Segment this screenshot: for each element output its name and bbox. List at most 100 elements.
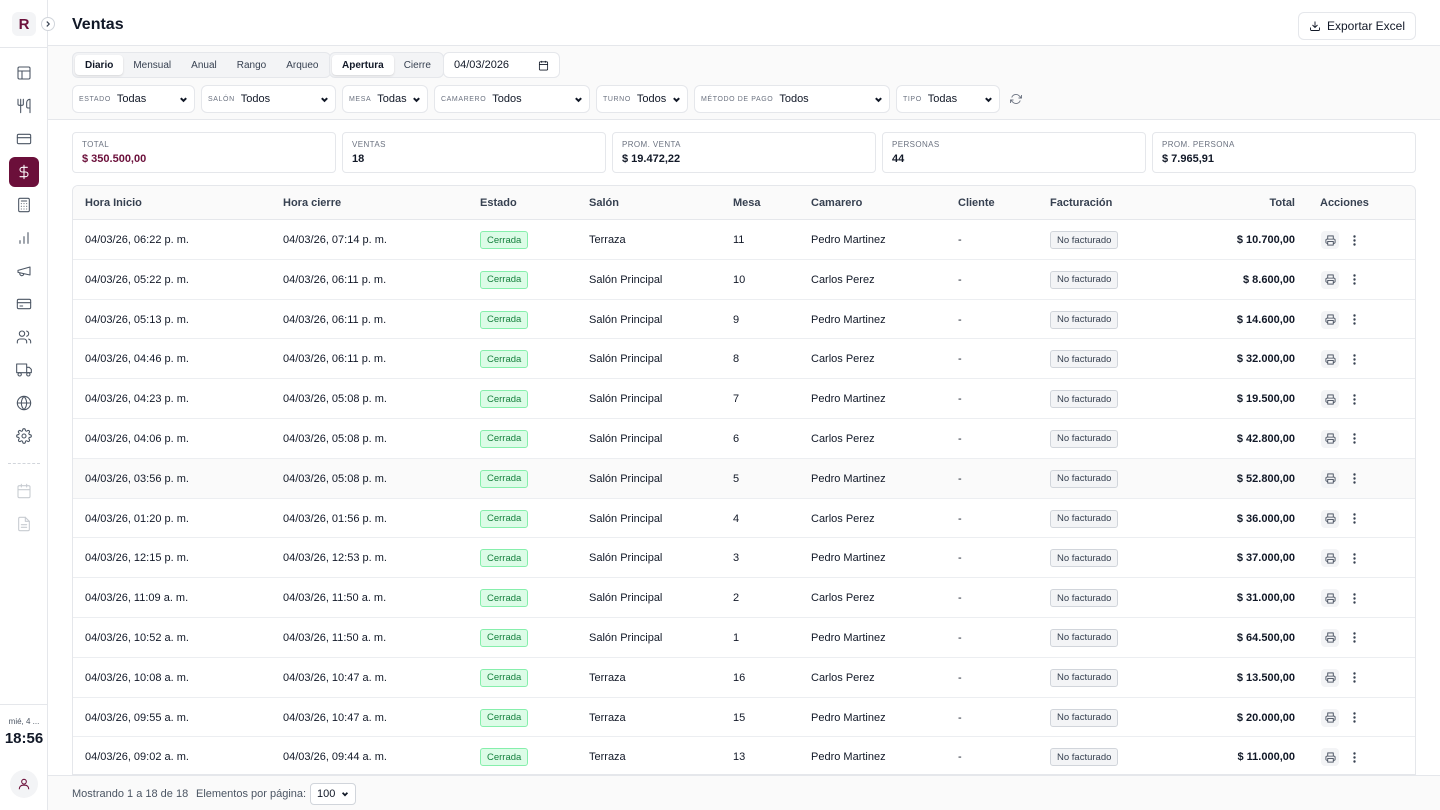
tab-mensual[interactable]: Mensual [123,55,181,75]
printer-icon [1325,314,1335,325]
cell-hora-cierre: 04/03/26, 01:56 p. m. [283,512,387,525]
tab-apertura[interactable]: Apertura [332,55,394,75]
col-total[interactable]: Total [1270,197,1295,209]
print-button[interactable] [1321,589,1339,608]
print-button[interactable] [1321,390,1339,409]
more-actions-button[interactable] [1349,669,1359,687]
table-row[interactable]: 04/03/26, 04:23 p. m. 04/03/26, 05:08 p. … [73,379,1415,419]
nav-cash[interactable] [9,124,39,154]
more-actions-button[interactable] [1349,271,1359,289]
refresh-button[interactable] [1008,91,1024,107]
nav-dashboard[interactable] [9,58,39,88]
cell-salon: Salón Principal [589,313,663,326]
nav-payments[interactable] [9,289,39,319]
col-facturacion[interactable]: Facturación [1050,197,1112,209]
more-actions-button[interactable] [1349,589,1359,607]
tab-arqueo[interactable]: Arqueo [276,55,328,75]
print-button[interactable] [1321,350,1339,369]
cell-hora-inicio: 04/03/26, 10:52 a. m. [85,631,189,644]
print-button[interactable] [1321,668,1339,687]
filter-tipo[interactable]: Tipo Todas [896,85,1000,113]
col-cliente[interactable]: Cliente [958,197,995,209]
filter-turno[interactable]: Turno Todos [596,85,688,113]
nav-online[interactable] [9,388,39,418]
per-page-select[interactable]: 100 [310,783,356,805]
cell-salon: Salón Principal [589,512,663,525]
more-actions-button[interactable] [1349,510,1359,528]
more-actions-button[interactable] [1349,430,1359,448]
more-actions-button[interactable] [1349,231,1359,249]
table-row[interactable]: 04/03/26, 12:15 p. m. 04/03/26, 12:53 p. … [73,538,1415,579]
col-mesa[interactable]: Mesa [733,197,761,209]
export-excel-button[interactable]: Exportar Excel [1297,12,1416,40]
table-row[interactable]: 04/03/26, 09:55 a. m. 04/03/26, 10:47 a. … [73,698,1415,738]
more-actions-button[interactable] [1349,549,1359,567]
nav-calculator[interactable] [9,190,39,220]
cell-camarero: Carlos Perez [811,512,875,525]
sales-table: Hora Inicio Hora cierre Estado Salón Mes… [72,185,1416,775]
more-actions-button[interactable] [1349,350,1359,368]
filter-mesa[interactable]: Mesa Todas [342,85,428,113]
table-row[interactable]: 04/03/26, 01:20 p. m. 04/03/26, 01:56 p. … [73,499,1415,539]
cell-hora-inicio: 04/03/26, 04:46 p. m. [85,353,189,366]
nav-settings[interactable] [9,421,39,451]
table-row[interactable]: 04/03/26, 11:09 a. m. 04/03/26, 11:50 a. … [73,578,1415,618]
print-button[interactable] [1321,628,1339,647]
filter-camarero[interactable]: Camarero Todos [434,85,590,113]
filter-estado[interactable]: Estado Todas [72,85,195,113]
col-estado[interactable]: Estado [480,197,517,209]
sidebar-nav [0,58,48,542]
print-button[interactable] [1321,469,1339,488]
more-actions-button[interactable] [1349,390,1359,408]
nav-calendar[interactable] [9,476,39,506]
filter-salon[interactable]: Salón Todos [201,85,336,113]
nav-marketing[interactable] [9,256,39,286]
more-actions-button[interactable] [1349,470,1359,488]
tab-cierre[interactable]: Cierre [394,55,441,75]
expand-sidebar-button[interactable] [41,17,55,31]
tab-rango[interactable]: Rango [227,55,276,75]
date-input[interactable]: 04/03/2026 [443,52,560,78]
print-button[interactable] [1321,270,1339,289]
table-row[interactable]: 04/03/26, 10:52 a. m. 04/03/26, 11:50 a. … [73,618,1415,658]
nav-menu[interactable] [9,91,39,121]
print-button[interactable] [1321,748,1339,767]
table-row[interactable]: 04/03/26, 04:46 p. m. 04/03/26, 06:11 p. … [73,339,1415,380]
more-actions-button[interactable] [1349,709,1359,727]
status-badge: Cerrada [480,429,529,448]
cell-hora-cierre: 04/03/26, 05:08 p. m. [283,432,387,445]
print-button[interactable] [1321,231,1339,249]
nav-sales[interactable] [9,157,39,187]
table-row[interactable]: 04/03/26, 05:13 p. m. 04/03/26, 06:11 p. … [73,300,1415,340]
col-hora-cierre[interactable]: Hora cierre [283,197,341,209]
table-row[interactable]: 04/03/26, 05:22 p. m. 04/03/26, 06:11 p. … [73,260,1415,300]
table-row[interactable]: 04/03/26, 06:22 p. m. 04/03/26, 07:14 p. … [73,220,1415,260]
cell-cliente: - [958,472,962,485]
print-button[interactable] [1321,549,1339,568]
tab-diario[interactable]: Diario [75,55,124,75]
nav-users[interactable] [9,322,39,352]
print-button[interactable] [1321,429,1339,448]
nav-delivery[interactable] [9,355,39,385]
table-row[interactable]: 04/03/26, 03:56 p. m. 04/03/26, 05:08 p. … [73,458,1415,499]
user-avatar-button[interactable] [10,770,38,798]
filter-metodo-pago[interactable]: Método de pago Todos [694,85,890,113]
cell-cliente: - [958,592,962,605]
print-button[interactable] [1321,509,1339,528]
logo[interactable]: R [12,12,36,36]
more-actions-button[interactable] [1349,311,1359,329]
table-row[interactable]: 04/03/26, 10:08 a. m. 04/03/26, 10:47 a. … [73,658,1415,698]
col-camarero[interactable]: Camarero [811,197,862,209]
period-tabs: Diario Mensual Anual Rango Arqueo [72,52,332,78]
more-actions-button[interactable] [1349,629,1359,647]
col-hora-inicio[interactable]: Hora Inicio [85,197,142,209]
table-row[interactable]: 04/03/26, 04:06 p. m. 04/03/26, 05:08 p. … [73,419,1415,459]
nav-reports[interactable] [9,223,39,253]
print-button[interactable] [1321,708,1339,727]
more-actions-button[interactable] [1349,748,1359,766]
print-button[interactable] [1321,310,1339,329]
tab-anual[interactable]: Anual [181,55,227,75]
col-salon[interactable]: Salón [589,197,619,209]
nav-documents[interactable] [9,509,39,539]
table-row[interactable]: 04/03/26, 09:02 a. m. 04/03/26, 09:44 a. … [73,737,1415,774]
